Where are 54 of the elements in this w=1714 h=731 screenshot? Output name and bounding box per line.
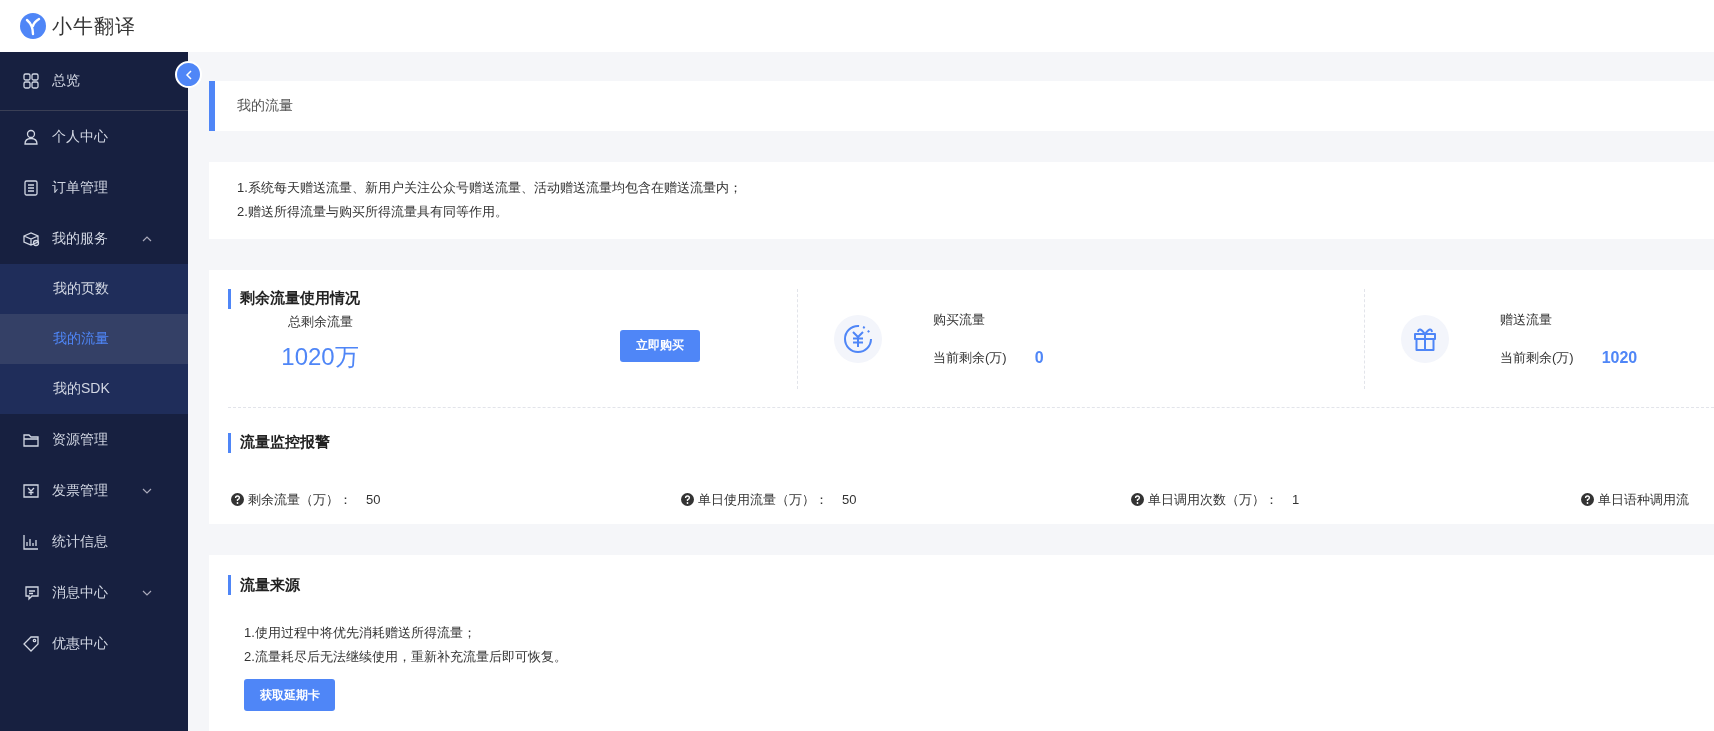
menu-item[interactable]: 统计信息 xyxy=(0,516,188,567)
remaining-label: 当前剩余(万) xyxy=(1500,348,1574,367)
remaining-value: 0 xyxy=(1034,348,1044,367)
note-text: 2.流量耗尽后无法继续使用，重新补充流量后即可恢复。 xyxy=(244,648,568,666)
yuan-coin-icon xyxy=(834,314,882,363)
help-icon xyxy=(681,493,694,507)
logo-icon xyxy=(20,13,46,39)
note-text: 1.使用过程中将优先消耗赠送所得流量； xyxy=(244,624,477,642)
alert-value: 50 xyxy=(366,492,381,508)
help-icon xyxy=(231,493,244,507)
menu-group[interactable]: 消息中心 xyxy=(0,567,188,618)
alert-label: 单日调用次数（万）： xyxy=(1148,490,1278,509)
menu-item[interactable]: 优惠中心 xyxy=(0,618,188,669)
menu-icon xyxy=(22,72,40,90)
remaining-label: 当前剩余(万) xyxy=(933,348,1007,367)
help-icon xyxy=(1581,493,1594,507)
menu-group[interactable]: 发票管理 xyxy=(0,465,188,516)
menu-icon xyxy=(22,634,40,653)
total-label: 总剩余流量 xyxy=(287,312,353,331)
submenu-item[interactable]: 我的页数 xyxy=(0,264,188,314)
note-text: 1.系统每天赠送流量、新用户关注公众号赠送流量、活动赠送流量均包含在赠送流量内； xyxy=(237,178,743,197)
logo-text: 小牛翻译 xyxy=(52,13,136,39)
page-title: 我的流量 xyxy=(209,81,1714,131)
note-text: 2.赠送所得流量与购买所得流量具有同等作用。 xyxy=(237,202,509,221)
menu-item[interactable]: 订单管理 xyxy=(0,162,188,213)
alert-value: 50 xyxy=(842,492,857,508)
menu-icon xyxy=(22,532,40,551)
alert-label: 单日语种调用流 xyxy=(1598,490,1689,509)
chevron-down-icon xyxy=(142,588,152,597)
menu-icon xyxy=(22,583,40,602)
menu-icon xyxy=(22,481,40,500)
alert-value: 1 xyxy=(1292,492,1300,508)
submenu-item[interactable]: 我的SDK xyxy=(0,364,188,414)
section-heading: 剩余流量使用情况 xyxy=(228,288,797,309)
menu-item[interactable]: 个人中心 xyxy=(0,111,188,162)
alert-label: 剩余流量（万）： xyxy=(248,490,352,509)
total-value: 1020万 xyxy=(281,341,359,372)
source-name: 赠送流量 xyxy=(1500,310,1553,329)
menu-icon xyxy=(22,229,40,248)
section-heading: 流量监控报警 xyxy=(228,432,1714,453)
collapse-button[interactable] xyxy=(175,61,202,88)
remaining-value: 1020 xyxy=(1601,348,1638,367)
chevron-up-icon xyxy=(142,234,152,243)
alert-label: 单日使用流量（万）： xyxy=(698,490,828,509)
menu-icon xyxy=(22,127,40,146)
source-name: 购买流量 xyxy=(933,310,986,329)
gift-icon xyxy=(1401,314,1449,363)
section-heading: 流量来源 xyxy=(228,575,1714,595)
menu-item[interactable]: 资源管理 xyxy=(0,414,188,465)
chevron-left-icon xyxy=(184,68,193,81)
help-icon xyxy=(1131,493,1144,507)
menu-group[interactable]: 我的服务 xyxy=(0,213,188,264)
menu-icon xyxy=(22,178,40,197)
chevron-down-icon xyxy=(142,486,152,495)
